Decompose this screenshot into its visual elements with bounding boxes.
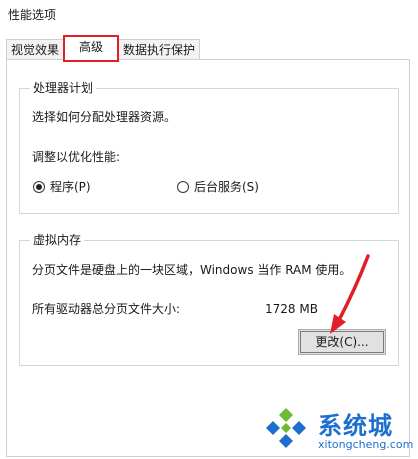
total-paging-size-label: 所有驱动器总分页文件大小: xyxy=(32,302,181,316)
advanced-tab-panel: 处理器计划 选择如何分配处理器资源。 调整以优化性能: 程序(P) 后台服务(S… xyxy=(6,59,410,457)
watermark-brand-cn: 系统城 xyxy=(318,412,393,440)
watermark: 系统城 xitongcheng.com xyxy=(262,404,414,456)
radio-background-services-label[interactable]: 后台服务(S) xyxy=(194,180,259,194)
tab-strip: 视觉效果 高级 数据执行保护 xyxy=(6,35,412,62)
tab-advanced[interactable]: 高级 xyxy=(63,35,119,62)
title-bar: 性能选项 xyxy=(0,0,418,30)
total-paging-size-value: 1728 MB xyxy=(265,302,318,316)
watermark-logo-icon xyxy=(266,408,306,448)
processor-description: 选择如何分配处理器资源。 xyxy=(32,110,177,124)
virtual-memory-label: 虚拟内存 xyxy=(30,233,85,247)
performance-options-window: 性能选项 视觉效果 高级 数据执行保护 处理器计划 选择如何分配处理器资源。 调… xyxy=(0,0,418,459)
tab-data-execution-prevention[interactable]: 数据执行保护 xyxy=(118,39,200,59)
change-button[interactable]: 更改(C)... xyxy=(298,329,386,355)
paging-file-description: 分页文件是硬盘上的一块区域，Windows 当作 RAM 使用。 xyxy=(32,263,352,277)
tab-visual-effects[interactable]: 视觉效果 xyxy=(6,39,64,59)
watermark-brand-en: xitongcheng.com xyxy=(318,438,414,451)
window-title: 性能选项 xyxy=(8,8,57,22)
radio-programs-label[interactable]: 程序(P) xyxy=(50,180,91,194)
radio-programs[interactable] xyxy=(33,181,45,193)
processor-scheduling-label: 处理器计划 xyxy=(30,81,97,95)
radio-background-services[interactable] xyxy=(177,181,189,193)
adjust-for-label: 调整以优化性能: xyxy=(32,150,121,164)
processor-scheduling-group: 处理器计划 选择如何分配处理器资源。 调整以优化性能: 程序(P) 后台服务(S… xyxy=(19,81,399,214)
virtual-memory-group: 虚拟内存 分页文件是硬盘上的一块区域，Windows 当作 RAM 使用。 所有… xyxy=(19,233,399,366)
